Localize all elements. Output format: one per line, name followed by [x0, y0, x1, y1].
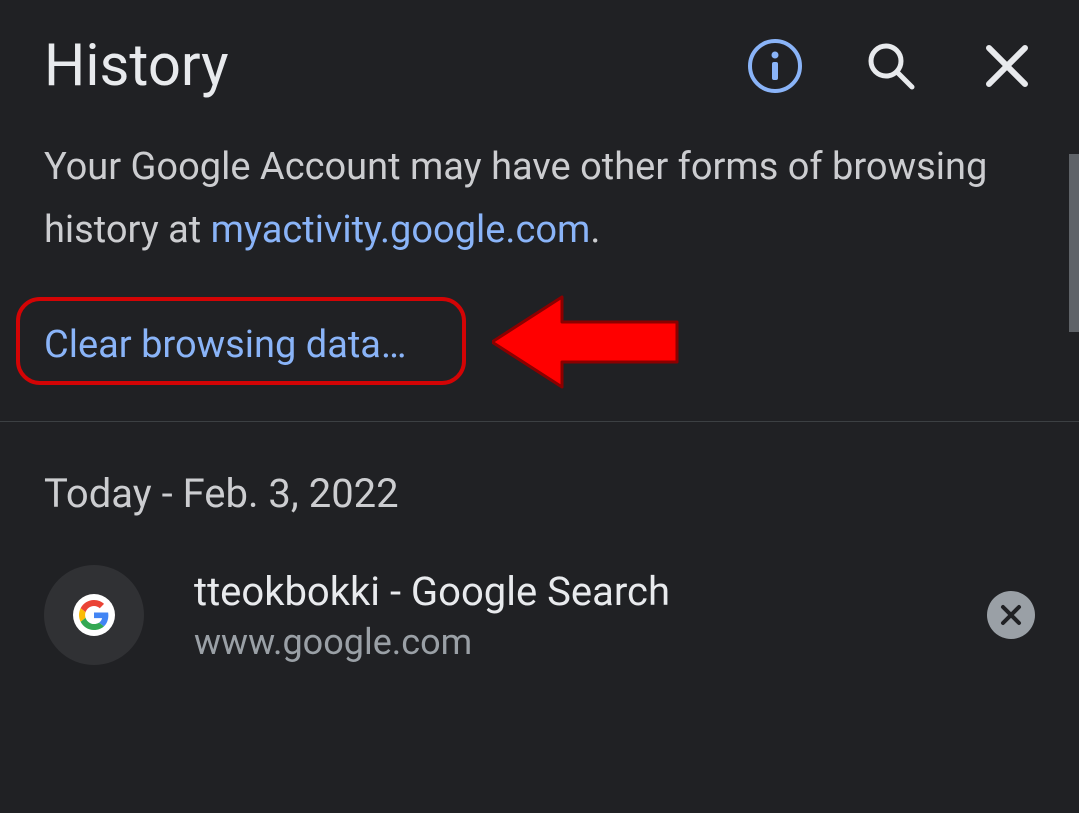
- info-text-post: .: [590, 208, 600, 252]
- search-button[interactable]: [863, 38, 919, 94]
- google-logo-icon: [79, 600, 109, 630]
- clear-row: Clear browsing data…: [0, 297, 1079, 421]
- history-item-text: tteokbokki - Google Search www.google.co…: [194, 568, 937, 663]
- date-section: Today - Feb. 3, 2022: [0, 422, 1079, 517]
- history-item-url: www.google.com: [194, 621, 937, 663]
- clear-browsing-data-button[interactable]: Clear browsing data…: [16, 305, 434, 385]
- page-title: History: [44, 32, 747, 100]
- myactivity-link[interactable]: myactivity.google.com: [211, 208, 591, 252]
- header-actions: [747, 38, 1035, 94]
- date-label: Today - Feb. 3, 2022: [44, 470, 1035, 517]
- info-button[interactable]: [747, 38, 803, 94]
- info-text: Your Google Account may have other forms…: [44, 136, 1035, 261]
- search-icon: [865, 40, 917, 92]
- delete-history-item-button[interactable]: [987, 591, 1035, 639]
- history-item[interactable]: tteokbokki - Google Search www.google.co…: [0, 517, 1079, 683]
- header: History: [0, 0, 1079, 124]
- close-icon: [999, 603, 1023, 627]
- scrollbar[interactable]: [1069, 154, 1079, 332]
- google-favicon: [73, 594, 115, 636]
- history-item-title: tteokbokki - Google Search: [194, 568, 937, 615]
- info-section: Your Google Account may have other forms…: [0, 124, 1079, 297]
- favicon-container: [44, 565, 144, 665]
- info-icon: [747, 38, 803, 94]
- close-icon: [985, 44, 1029, 88]
- close-button[interactable]: [979, 38, 1035, 94]
- annotation-arrow-icon: [492, 287, 682, 397]
